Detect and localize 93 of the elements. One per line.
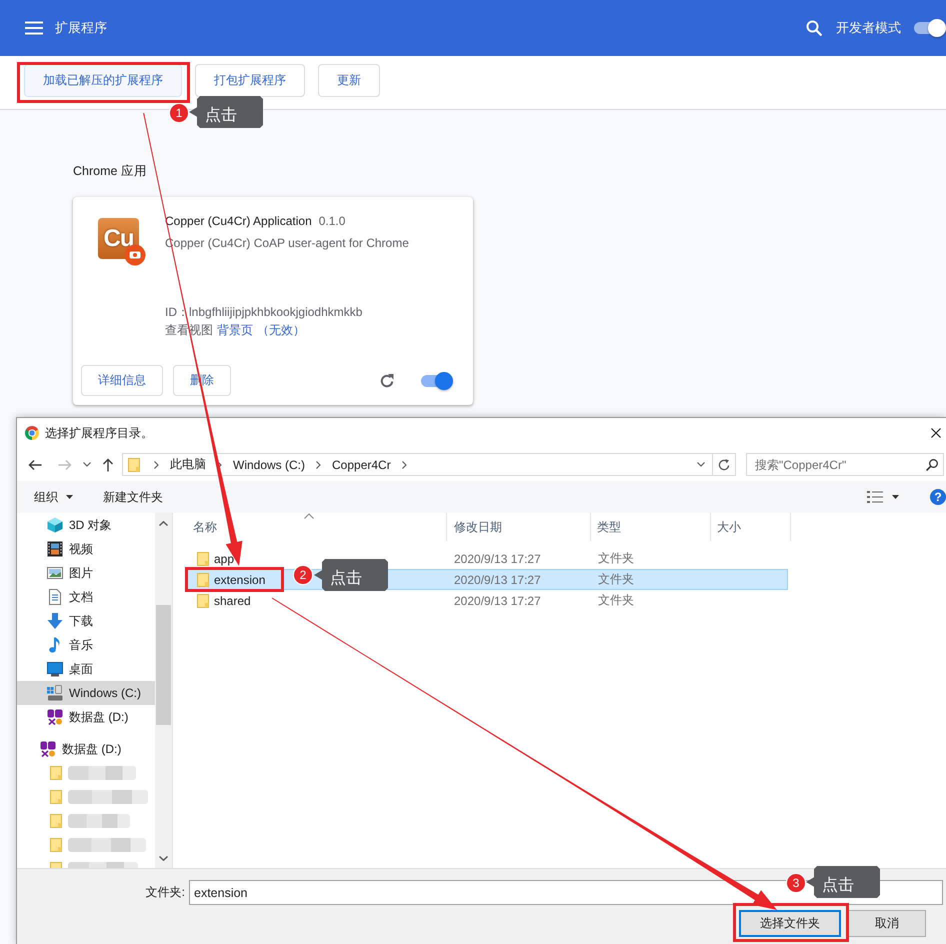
column-header[interactable]: 类型 — [591, 513, 711, 541]
dialog-button[interactable]: 取消 — [848, 910, 926, 937]
folder-label: 文件夹: — [144, 884, 185, 901]
cube-icon — [47, 517, 63, 533]
chevron-down-icon[interactable] — [83, 462, 91, 467]
chevron-icon[interactable] — [316, 460, 322, 468]
folder-icon — [50, 838, 62, 852]
monitor-icon — [47, 661, 63, 677]
view-options-icon[interactable] — [867, 491, 883, 503]
toolbar-button[interactable]: 更新 — [318, 64, 380, 97]
blurred-label-drawing — [68, 814, 130, 828]
extension-toggle[interactable] — [419, 372, 453, 390]
folder-icon — [197, 552, 209, 566]
reload-icon[interactable] — [379, 372, 395, 388]
blurred-label-drawing — [68, 766, 136, 780]
search-icon[interactable] — [926, 458, 938, 470]
folder-icon — [50, 790, 62, 804]
folder-icon — [197, 572, 209, 586]
scroll-up-icon[interactable] — [159, 521, 168, 526]
click-tooltip: 点击 — [314, 559, 388, 591]
developer-mode-label: 开发者模式 — [836, 19, 901, 37]
command-button[interactable]: 组织 — [34, 488, 73, 506]
caret-icon — [66, 495, 73, 499]
page-title: 扩展程序 — [55, 19, 107, 37]
folder-icon — [128, 458, 140, 472]
nav-item[interactable]: 图片 — [17, 561, 155, 585]
file-name: shared — [214, 594, 251, 608]
browser-logo-icon — [25, 426, 39, 440]
click-tooltip: 点击 — [189, 96, 263, 128]
modified-date: 2020/9/13 17:27 — [453, 572, 542, 586]
developer-mode-toggle[interactable] — [912, 19, 946, 37]
download-arrow-icon — [47, 613, 63, 629]
caret-icon[interactable] — [892, 495, 899, 499]
toolbar-button[interactable]: 打包扩展程序 — [195, 64, 305, 97]
chevron-icon[interactable] — [402, 460, 407, 468]
nav-item[interactable]: 数据盘 (D:) — [17, 737, 155, 761]
sort-caret-icon — [304, 513, 314, 519]
folder-icon — [50, 766, 62, 780]
extension-id: ID：lnbgfhliijipjpkhbkookjgiodhkmkkb — [165, 304, 362, 321]
breadcrumb-item[interactable]: 此电脑 — [170, 456, 206, 473]
command-button[interactable]: 新建文件夹 — [103, 488, 163, 506]
card-button[interactable]: 详细信息 — [81, 365, 163, 396]
file-row[interactable]: shared 2020/9/13 17:27 文件夹 — [187, 590, 788, 611]
nav-item[interactable]: 视频 — [17, 537, 155, 561]
breadcrumb-item[interactable]: Copper4Cr — [332, 458, 391, 472]
chevron-down-icon[interactable] — [697, 462, 705, 467]
nav-item[interactable]: 数据盘 (D:) — [17, 705, 155, 729]
nav-item[interactable]: 3D 对象 — [17, 513, 155, 537]
step-number: 1 — [169, 103, 189, 123]
nav-item[interactable]: 音乐 — [17, 633, 155, 657]
document-icon — [47, 589, 63, 605]
chevron-icon[interactable] — [154, 460, 159, 468]
file-name: app — [214, 552, 234, 566]
section-title: Chrome 应用 — [73, 163, 147, 180]
menu-icon[interactable] — [25, 21, 43, 35]
click-tooltip: 点击 — [806, 866, 880, 898]
folder-icon — [197, 594, 209, 608]
dialog-button[interactable]: 选择文件夹 — [739, 910, 841, 937]
column-header[interactable]: 修改日期 — [447, 513, 591, 541]
picture-icon — [47, 565, 63, 581]
file-type: 文件夹 — [597, 571, 634, 588]
nav-item[interactable]: 桌面 — [17, 657, 155, 681]
views-label: 查看视图 — [165, 322, 213, 339]
folder-icon — [50, 814, 62, 828]
help-button[interactable]: ? — [930, 489, 946, 505]
toolbar-button[interactable]: 加载已解压的扩展程序 — [24, 64, 182, 97]
breadcrumb-item[interactable]: Windows (C:) — [233, 458, 306, 472]
extension-version: 0.1.0 — [318, 213, 346, 230]
background-page-link[interactable]: 背景页 — [217, 321, 253, 339]
drive-icon — [47, 685, 63, 701]
logo-text: Cu — [104, 224, 134, 252]
search-field[interactable]: 搜索"Copper4Cr" — [746, 453, 944, 476]
nav-item[interactable]: Windows (C:) — [17, 681, 155, 705]
file-type: 文件夹 — [597, 550, 634, 567]
column-header[interactable]: 大小 — [711, 513, 791, 541]
file-type: 文件夹 — [597, 592, 634, 609]
nav-item[interactable]: 下载 — [17, 609, 155, 633]
file-name: extension — [214, 572, 266, 586]
dialog-title: 选择扩展程序目录。 — [45, 424, 153, 442]
scrollbar-thumb[interactable] — [156, 605, 171, 725]
address-bar[interactable]: 此电脑 Windows (C:) Copper4Cr — [122, 453, 736, 476]
storage-drive-icon — [40, 741, 56, 757]
view-status: （无效） — [257, 322, 305, 339]
refresh-icon — [718, 458, 730, 470]
close-icon[interactable] — [931, 428, 941, 438]
scroll-down-icon[interactable] — [159, 856, 168, 861]
up-arrow-icon[interactable] — [102, 458, 114, 472]
modified-date: 2020/9/13 17:27 — [453, 594, 542, 608]
storage-drive-icon — [47, 709, 63, 725]
nav-item[interactable]: 文档 — [17, 585, 155, 609]
back-arrow-icon[interactable] — [28, 458, 42, 470]
film-icon — [47, 541, 63, 557]
modified-date: 2020/9/13 17:27 — [453, 552, 542, 566]
